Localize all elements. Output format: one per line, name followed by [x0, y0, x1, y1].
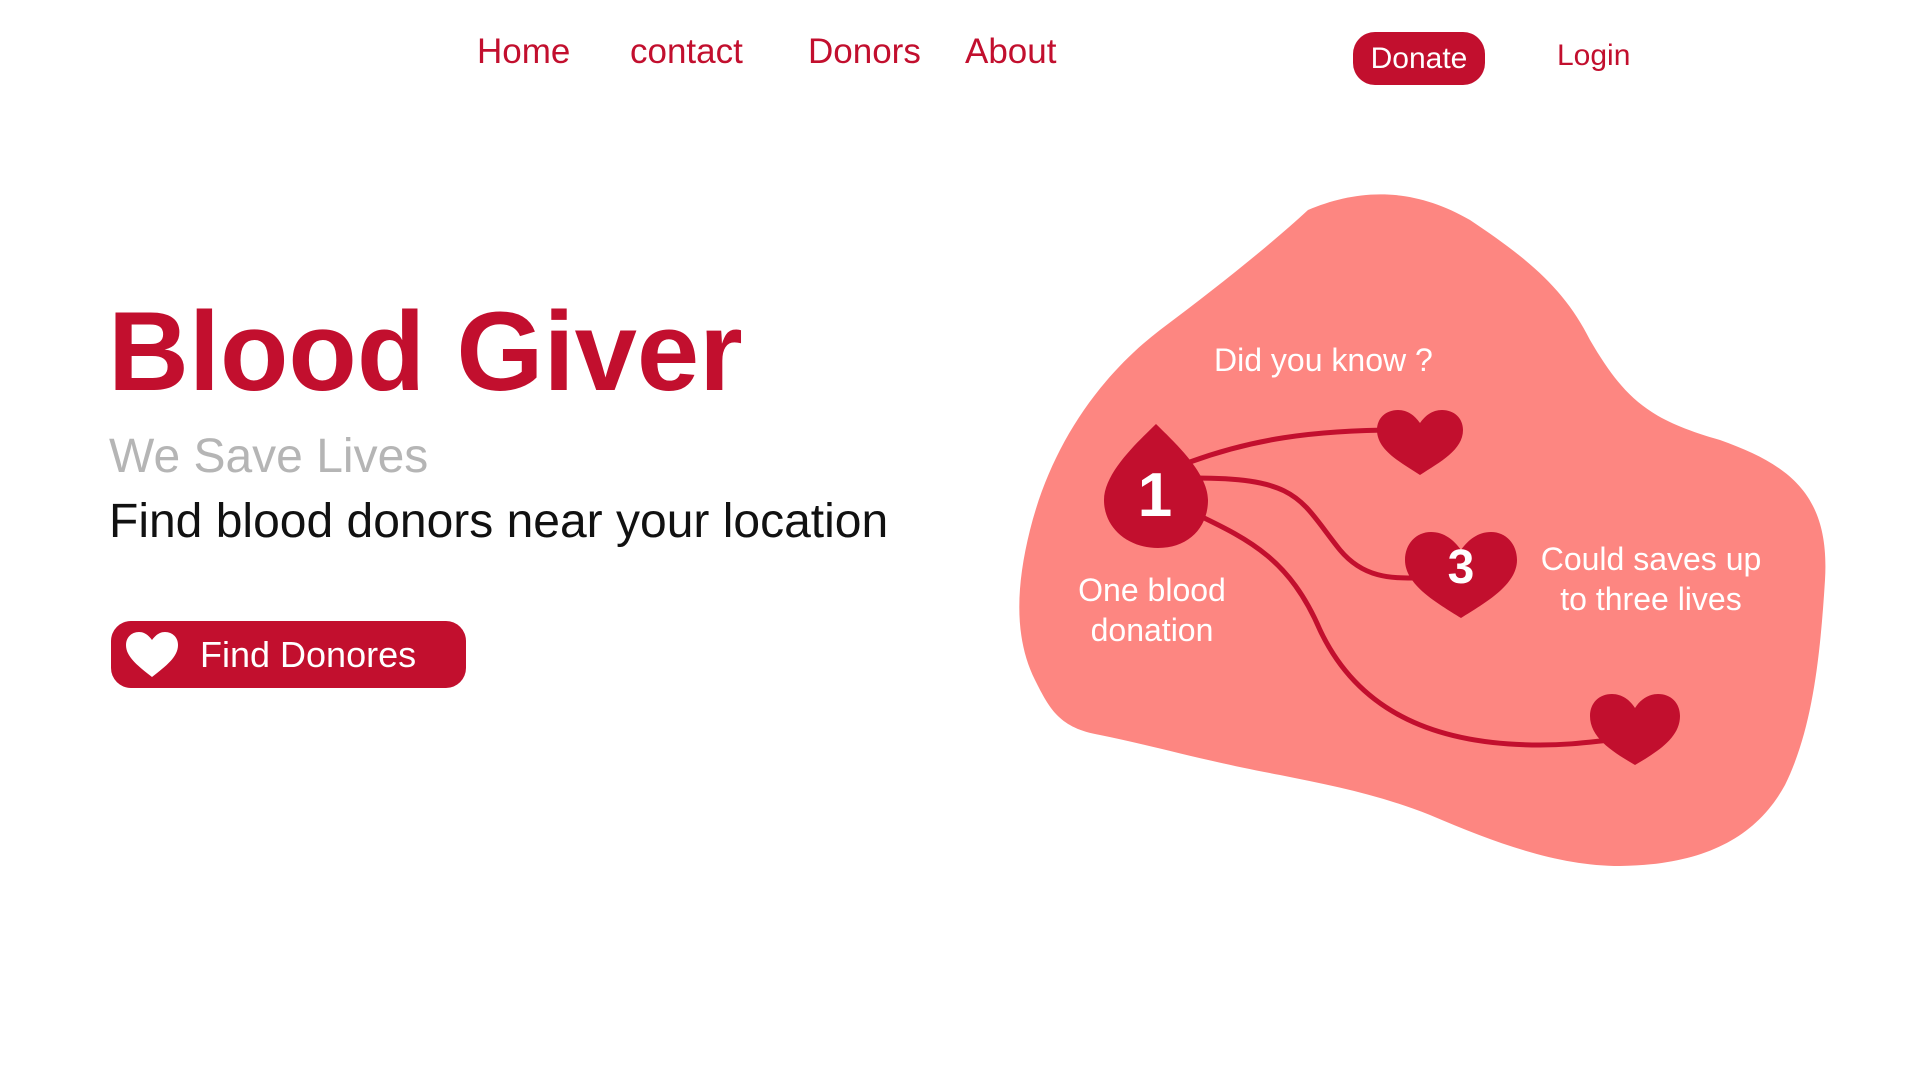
drop-number: 1 [1138, 461, 1172, 530]
hero-title: Blood Giver [108, 289, 743, 414]
three-lives-line-2: to three lives [1560, 581, 1742, 617]
blood-drop-icon [1104, 424, 1208, 548]
heart-icon [1590, 694, 1680, 765]
one-donation-text: One blood donation [1072, 570, 1232, 650]
three-lives-line-1: Could saves up [1540, 541, 1762, 577]
find-donors-label: Find Donores [200, 633, 417, 675]
nav-donors-link[interactable]: Donors [808, 34, 921, 69]
did-you-know-heading: Did you know ? [1214, 342, 1433, 378]
one-donation-line-2: donation [1090, 612, 1214, 648]
login-link[interactable]: Login [1557, 41, 1630, 71]
hero-subtitle: Find blood donors near your location [109, 495, 889, 548]
find-donors-button[interactable]: Find Donores [111, 621, 466, 688]
three-lives-text: Could saves up to three lives [1536, 539, 1766, 619]
nav-home-link[interactable]: Home [477, 34, 570, 69]
line-to-top-heart [1189, 427, 1401, 465]
heart-icon [1377, 410, 1463, 475]
background-blob [1019, 194, 1826, 866]
heart-number: 3 [1448, 541, 1475, 594]
hero-tagline: We Save Lives [109, 430, 429, 483]
nav-contact-link[interactable]: contact [630, 34, 743, 69]
line-to-middle-heart [1194, 475, 1421, 581]
landing-page: Home contact Donors About Donate Login B… [0, 0, 1920, 1080]
donate-button[interactable]: Donate [1353, 32, 1485, 85]
nav-about-link[interactable]: About [965, 34, 1056, 69]
heart-icon [1405, 532, 1517, 618]
heart-icon [126, 631, 178, 677]
one-donation-line-1: One blood [1078, 572, 1226, 608]
